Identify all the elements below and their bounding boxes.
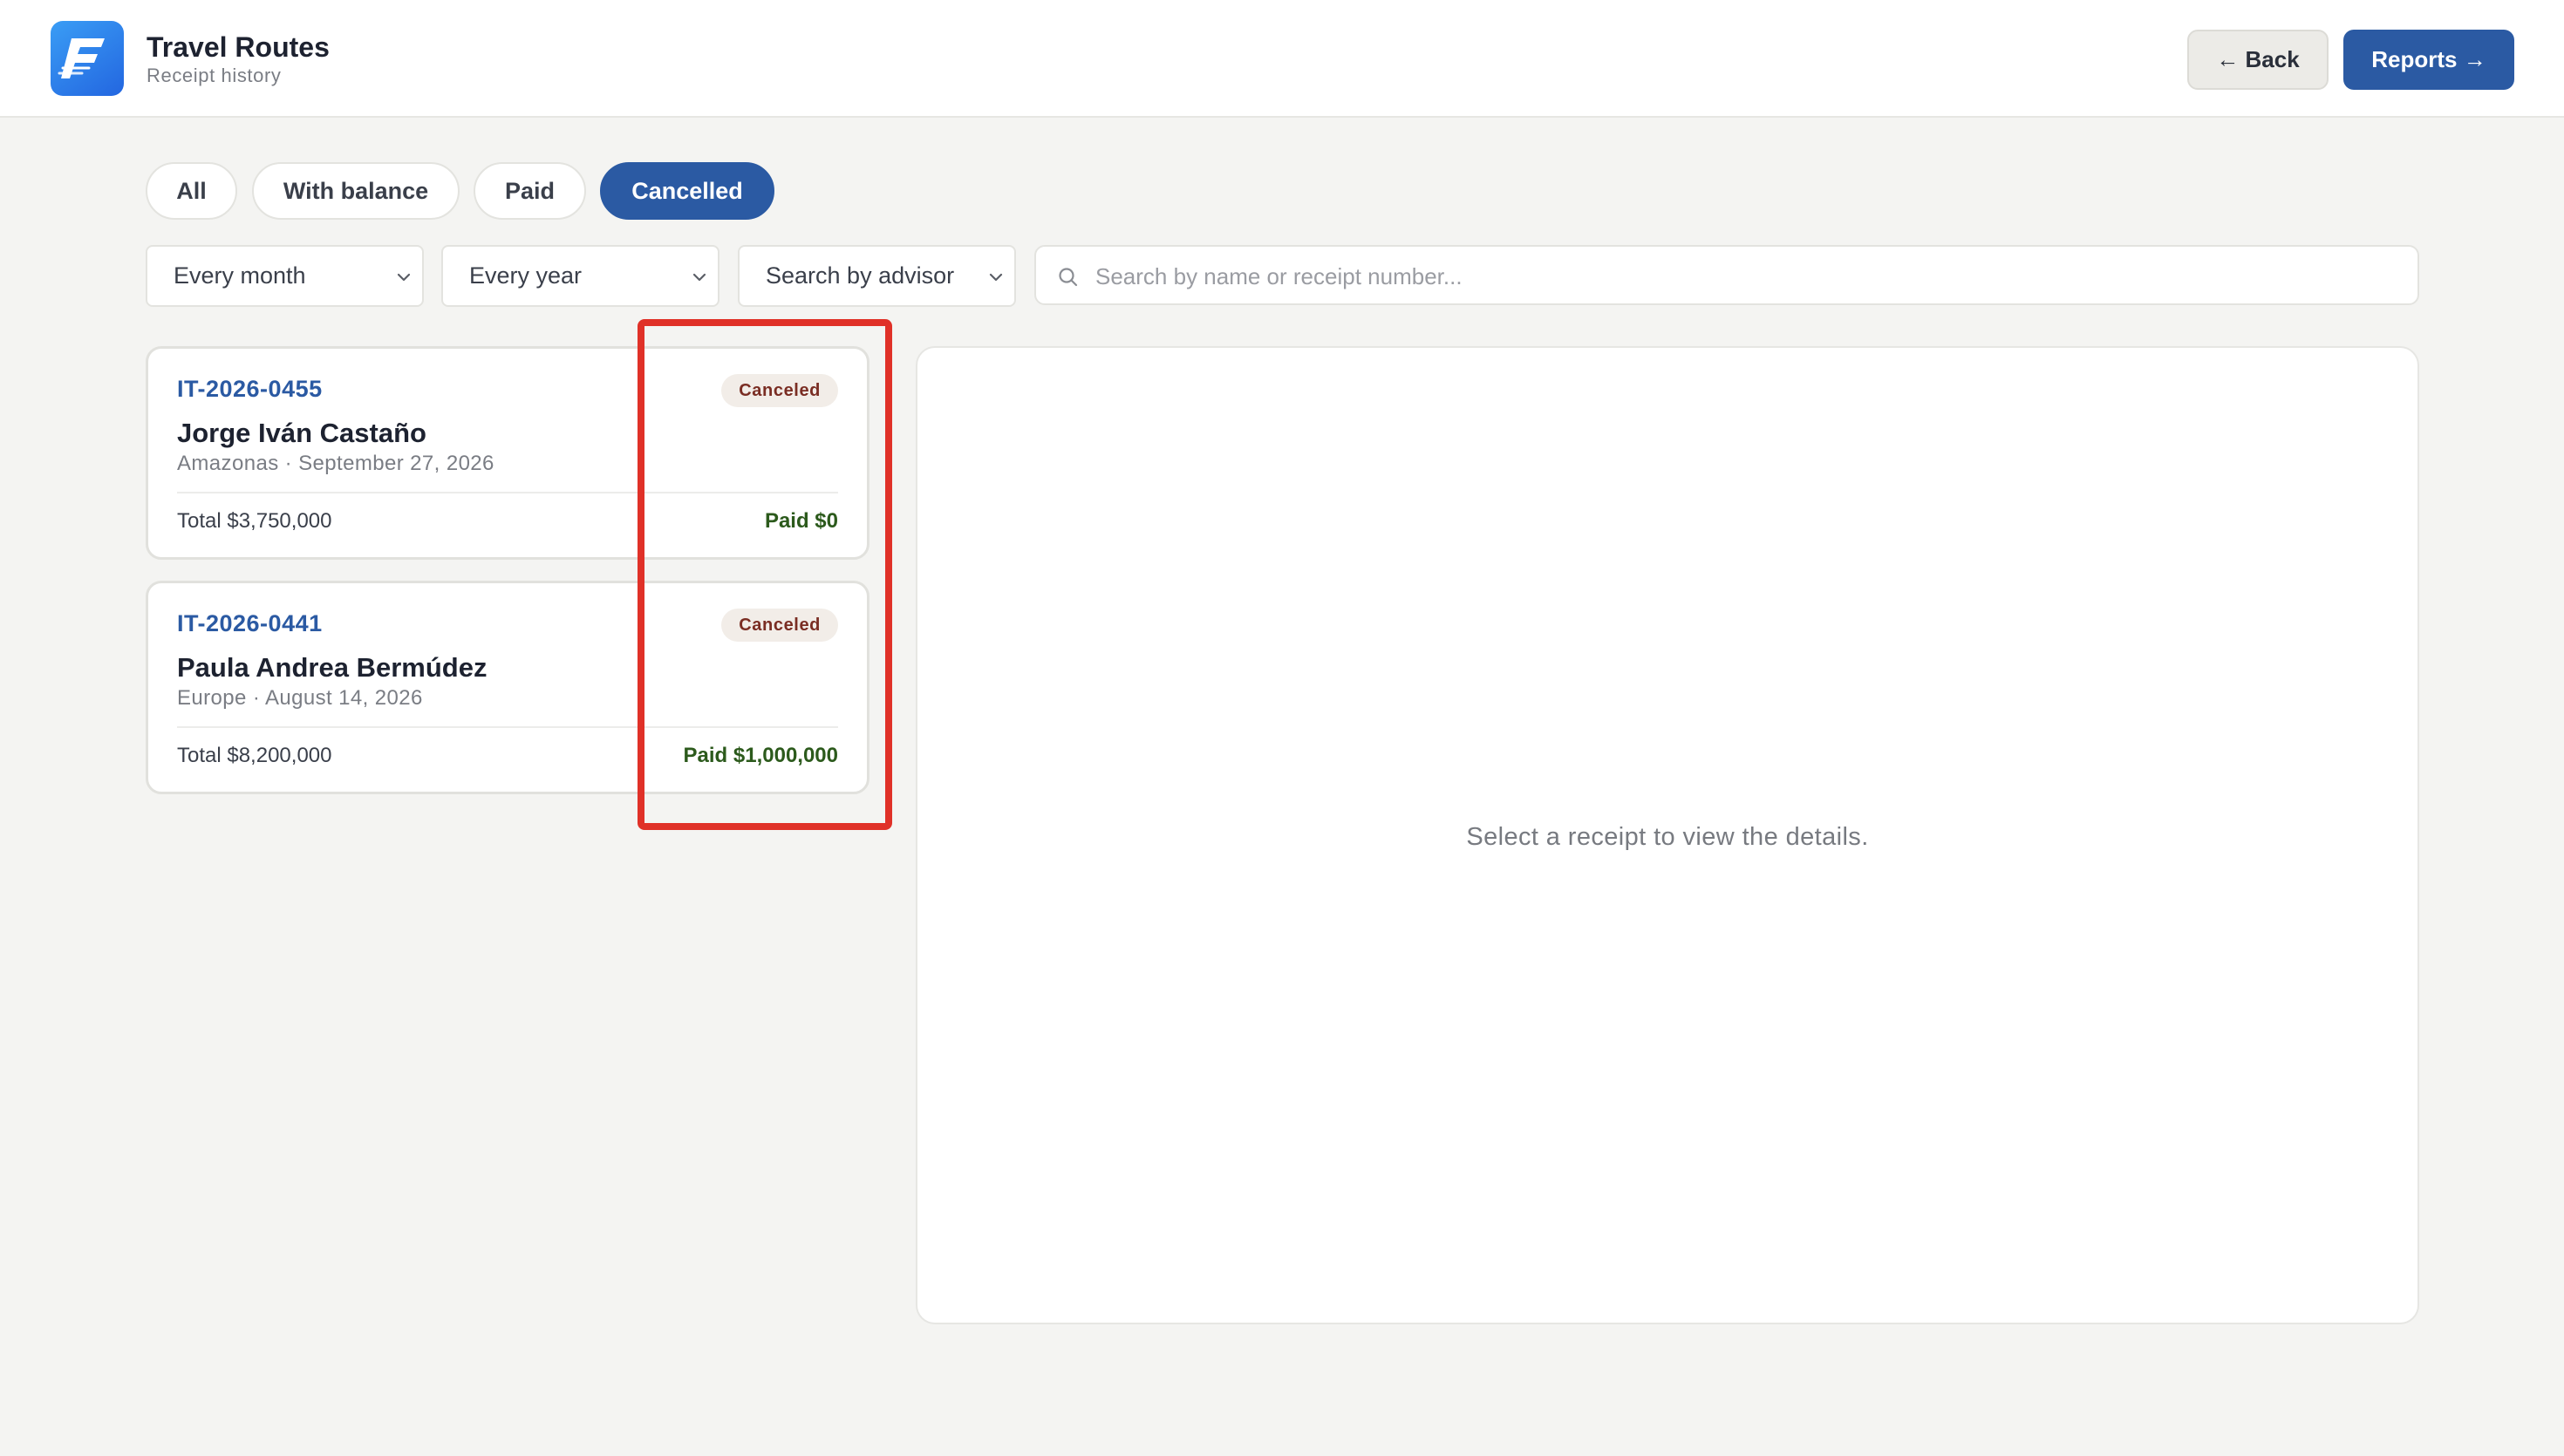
customer-name: Paula Andrea Bermúdez xyxy=(177,652,488,683)
advisor-select[interactable]: Search by advisor xyxy=(738,245,1016,307)
advisor-select-value: Search by advisor xyxy=(766,262,955,289)
tab-cancelled[interactable]: Cancelled xyxy=(600,162,774,220)
receipt-number: IT-2026-0441 xyxy=(177,610,323,636)
empty-state-message: Select a receipt to view the details. xyxy=(1466,823,1869,851)
tab-all[interactable]: All xyxy=(146,162,237,220)
top-bar: Travel Routes Receipt history ← Back Rep… xyxy=(0,0,2564,118)
receipt-total: Total $8,200,000 xyxy=(177,744,332,767)
year-select-value: Every year xyxy=(469,262,583,289)
page-subtitle: Receipt history xyxy=(147,65,282,86)
receipt-detail-panel: Select a receipt to view the details. xyxy=(916,346,2419,1324)
receipt-meta: Europe · August 14, 2026 xyxy=(177,686,423,710)
month-select[interactable]: Every month xyxy=(146,245,424,307)
search-icon xyxy=(1059,268,1078,287)
search-input[interactable] xyxy=(1095,257,2386,296)
app-title: Travel Routes xyxy=(147,31,330,63)
receipt-total: Total $3,750,000 xyxy=(177,509,332,533)
receipt-meta: Amazonas · September 27, 2026 xyxy=(177,452,494,475)
tab-with-balance[interactable]: With balance xyxy=(252,162,460,220)
chevron-down-icon xyxy=(692,273,706,282)
year-select[interactable]: Every year xyxy=(441,245,719,307)
receipt-number: IT-2026-0455 xyxy=(177,376,323,402)
reports-button[interactable]: Reports → xyxy=(2343,30,2514,90)
month-select-value: Every month xyxy=(174,262,306,289)
airline-swoosh-logo xyxy=(58,38,105,78)
tab-paid[interactable]: Paid xyxy=(474,162,586,220)
chevron-down-icon xyxy=(397,273,411,282)
chevron-down-icon xyxy=(989,273,1003,282)
app-logo-icon xyxy=(51,21,124,96)
customer-name: Jorge Iván Castaño xyxy=(177,418,426,448)
back-button[interactable]: ← Back xyxy=(2187,30,2329,90)
search-box xyxy=(1034,245,2419,305)
highlight-box xyxy=(638,319,892,830)
